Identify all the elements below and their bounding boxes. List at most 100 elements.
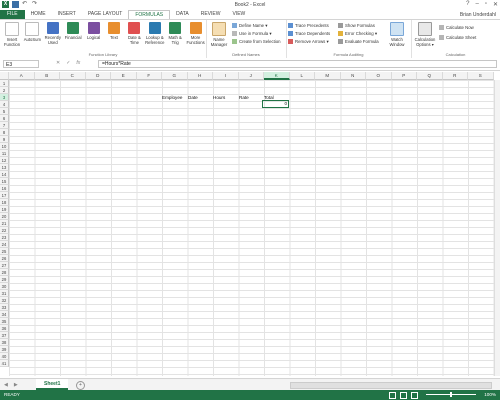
cell-j2[interactable]: Rate — [238, 94, 263, 101]
tab-view[interactable]: VIEW — [226, 10, 251, 19]
vertical-scrollbar[interactable] — [494, 80, 500, 376]
tab-formulas[interactable]: FORMULAS — [128, 10, 171, 19]
help-icon[interactable]: ? — [466, 1, 469, 8]
tab-review[interactable]: REVIEW — [195, 10, 227, 19]
function-library-button-0[interactable]: Insert Function — [2, 22, 22, 47]
function-library-button-1[interactable]: AutoSum — [22, 22, 42, 42]
column-header-c[interactable]: C — [60, 72, 86, 80]
row-header-25[interactable]: 25 — [0, 248, 9, 255]
column-header-n[interactable]: N — [340, 72, 366, 80]
function-library-button-5[interactable]: Text — [104, 22, 124, 40]
row-header-23[interactable]: 23 — [0, 234, 9, 241]
row-header-4[interactable]: 4 — [0, 101, 9, 108]
column-header-p[interactable]: P — [391, 72, 417, 80]
row-header-28[interactable]: 28 — [0, 269, 9, 276]
row-header-10[interactable]: 10 — [0, 143, 9, 150]
worksheet-grid[interactable]: ABCDEFGHIJKLMNOPQRS 1 2 3 4 5 6 7 8 9 10 11 12 13 14 1… — [0, 72, 500, 376]
column-header-m[interactable]: M — [315, 72, 341, 80]
row-header-5[interactable]: 5 — [0, 108, 9, 115]
cell-h2[interactable]: Date — [187, 94, 212, 101]
row-header-39[interactable]: 39 — [0, 346, 9, 353]
calculate-sheet-button[interactable]: Calculate Sheet — [439, 34, 476, 41]
row-header-37[interactable]: 37 — [0, 332, 9, 339]
function-library-button-2[interactable]: Recently Used — [43, 22, 63, 45]
error-checking-button[interactable]: Error Checking ▾ — [338, 30, 377, 37]
user-name[interactable]: Brian Underdahl — [460, 12, 496, 18]
row-header-3[interactable]: 3 — [0, 94, 9, 101]
row-header-31[interactable]: 31 — [0, 290, 9, 297]
column-header-o[interactable]: O — [366, 72, 392, 80]
row-header-16[interactable]: 16 — [0, 185, 9, 192]
row-header-30[interactable]: 30 — [0, 283, 9, 290]
row-header-36[interactable]: 36 — [0, 325, 9, 332]
function-library-button-3[interactable]: Financial — [63, 22, 83, 40]
row-header-18[interactable]: 18 — [0, 199, 9, 206]
column-header-l[interactable]: L — [289, 72, 315, 80]
row-header-7[interactable]: 7 — [0, 122, 9, 129]
close-button[interactable]: ✕ — [493, 1, 498, 8]
row-header-11[interactable]: 11 — [0, 150, 9, 157]
cell-i2[interactable]: Hours — [212, 94, 238, 101]
watch-window-button[interactable]: Watch Window — [386, 22, 408, 47]
add-sheet-button[interactable]: + — [76, 381, 85, 390]
row-header-20[interactable]: 20 — [0, 213, 9, 220]
column-header-g[interactable]: G — [162, 72, 188, 80]
row-header-2[interactable]: 2 — [0, 87, 9, 94]
name-manager-button[interactable]: Name Manager — [208, 22, 230, 47]
active-cell[interactable]: 0 — [262, 100, 289, 108]
trace-precedents-button[interactable]: Trace Precedents — [288, 22, 329, 29]
define-name-button[interactable]: Define Name ▾ — [232, 22, 267, 29]
row-header-21[interactable]: 21 — [0, 220, 9, 227]
tab-insert[interactable]: INSERT — [52, 10, 82, 19]
column-header-k[interactable]: K — [264, 72, 290, 80]
column-header-f[interactable]: F — [136, 72, 162, 80]
row-header-33[interactable]: 33 — [0, 304, 9, 311]
row-header-15[interactable]: 15 — [0, 178, 9, 185]
insert-function-icon[interactable]: fx — [76, 60, 80, 66]
cell-grid[interactable] — [9, 80, 500, 376]
tab-data[interactable]: DATA — [170, 10, 195, 19]
row-header-34[interactable]: 34 — [0, 311, 9, 318]
column-header-r[interactable]: R — [442, 72, 468, 80]
function-library-button-8[interactable]: Math & Trig — [165, 22, 185, 45]
tab-file[interactable]: FILE — [0, 10, 25, 19]
tab-page-layout[interactable]: PAGE LAYOUT — [82, 10, 129, 19]
function-library-button-6[interactable]: Date & Time — [124, 22, 144, 45]
column-header-i[interactable]: I — [213, 72, 239, 80]
function-library-button-4[interactable]: Logical — [84, 22, 104, 40]
prev-sheet-icon[interactable]: ◀ — [4, 382, 8, 388]
page-layout-view-icon[interactable] — [400, 392, 407, 399]
row-header-41[interactable]: 41 — [0, 360, 9, 367]
enter-icon[interactable]: ✓ — [66, 60, 70, 66]
row-header-38[interactable]: 38 — [0, 339, 9, 346]
row-header-19[interactable]: 19 — [0, 206, 9, 213]
cancel-icon[interactable]: ✕ — [56, 60, 60, 66]
sheet-tab-sheet1[interactable]: Sheet1 — [36, 379, 69, 390]
row-header-14[interactable]: 14 — [0, 171, 9, 178]
use-in-formula-button[interactable]: Use in Formula ▾ — [232, 30, 271, 37]
remove-arrows-button[interactable]: Remove Arrows ▾ — [288, 38, 329, 45]
name-box[interactable]: E3 — [3, 60, 39, 68]
normal-view-icon[interactable] — [389, 392, 396, 399]
column-header-b[interactable]: B — [34, 72, 60, 80]
evaluate-formula-button[interactable]: Evaluate Formula — [338, 38, 379, 45]
function-library-button-9[interactable]: More Functions — [186, 22, 206, 45]
row-header-40[interactable]: 40 — [0, 353, 9, 360]
restore-button[interactable]: ▫ — [485, 1, 487, 8]
row-header-13[interactable]: 13 — [0, 164, 9, 171]
row-header-24[interactable]: 24 — [0, 241, 9, 248]
cell-g2[interactable]: Employee — [161, 94, 187, 101]
column-header-j[interactable]: J — [238, 72, 264, 80]
calculate-now-button[interactable]: Calculate Now — [439, 24, 474, 31]
column-header-a[interactable]: A — [9, 72, 35, 80]
row-header-9[interactable]: 9 — [0, 136, 9, 143]
row-header-12[interactable]: 12 — [0, 157, 9, 164]
show-formulas-button[interactable]: Show Formulas — [338, 22, 375, 29]
trace-dependents-button[interactable]: Trace Dependents — [288, 30, 330, 37]
zoom-level[interactable]: 100% — [484, 390, 496, 400]
row-header-27[interactable]: 27 — [0, 262, 9, 269]
next-sheet-icon[interactable]: ▶ — [14, 382, 18, 388]
row-header-29[interactable]: 29 — [0, 276, 9, 283]
row-header-32[interactable]: 32 — [0, 297, 9, 304]
horizontal-scrollbar[interactable] — [290, 382, 492, 389]
